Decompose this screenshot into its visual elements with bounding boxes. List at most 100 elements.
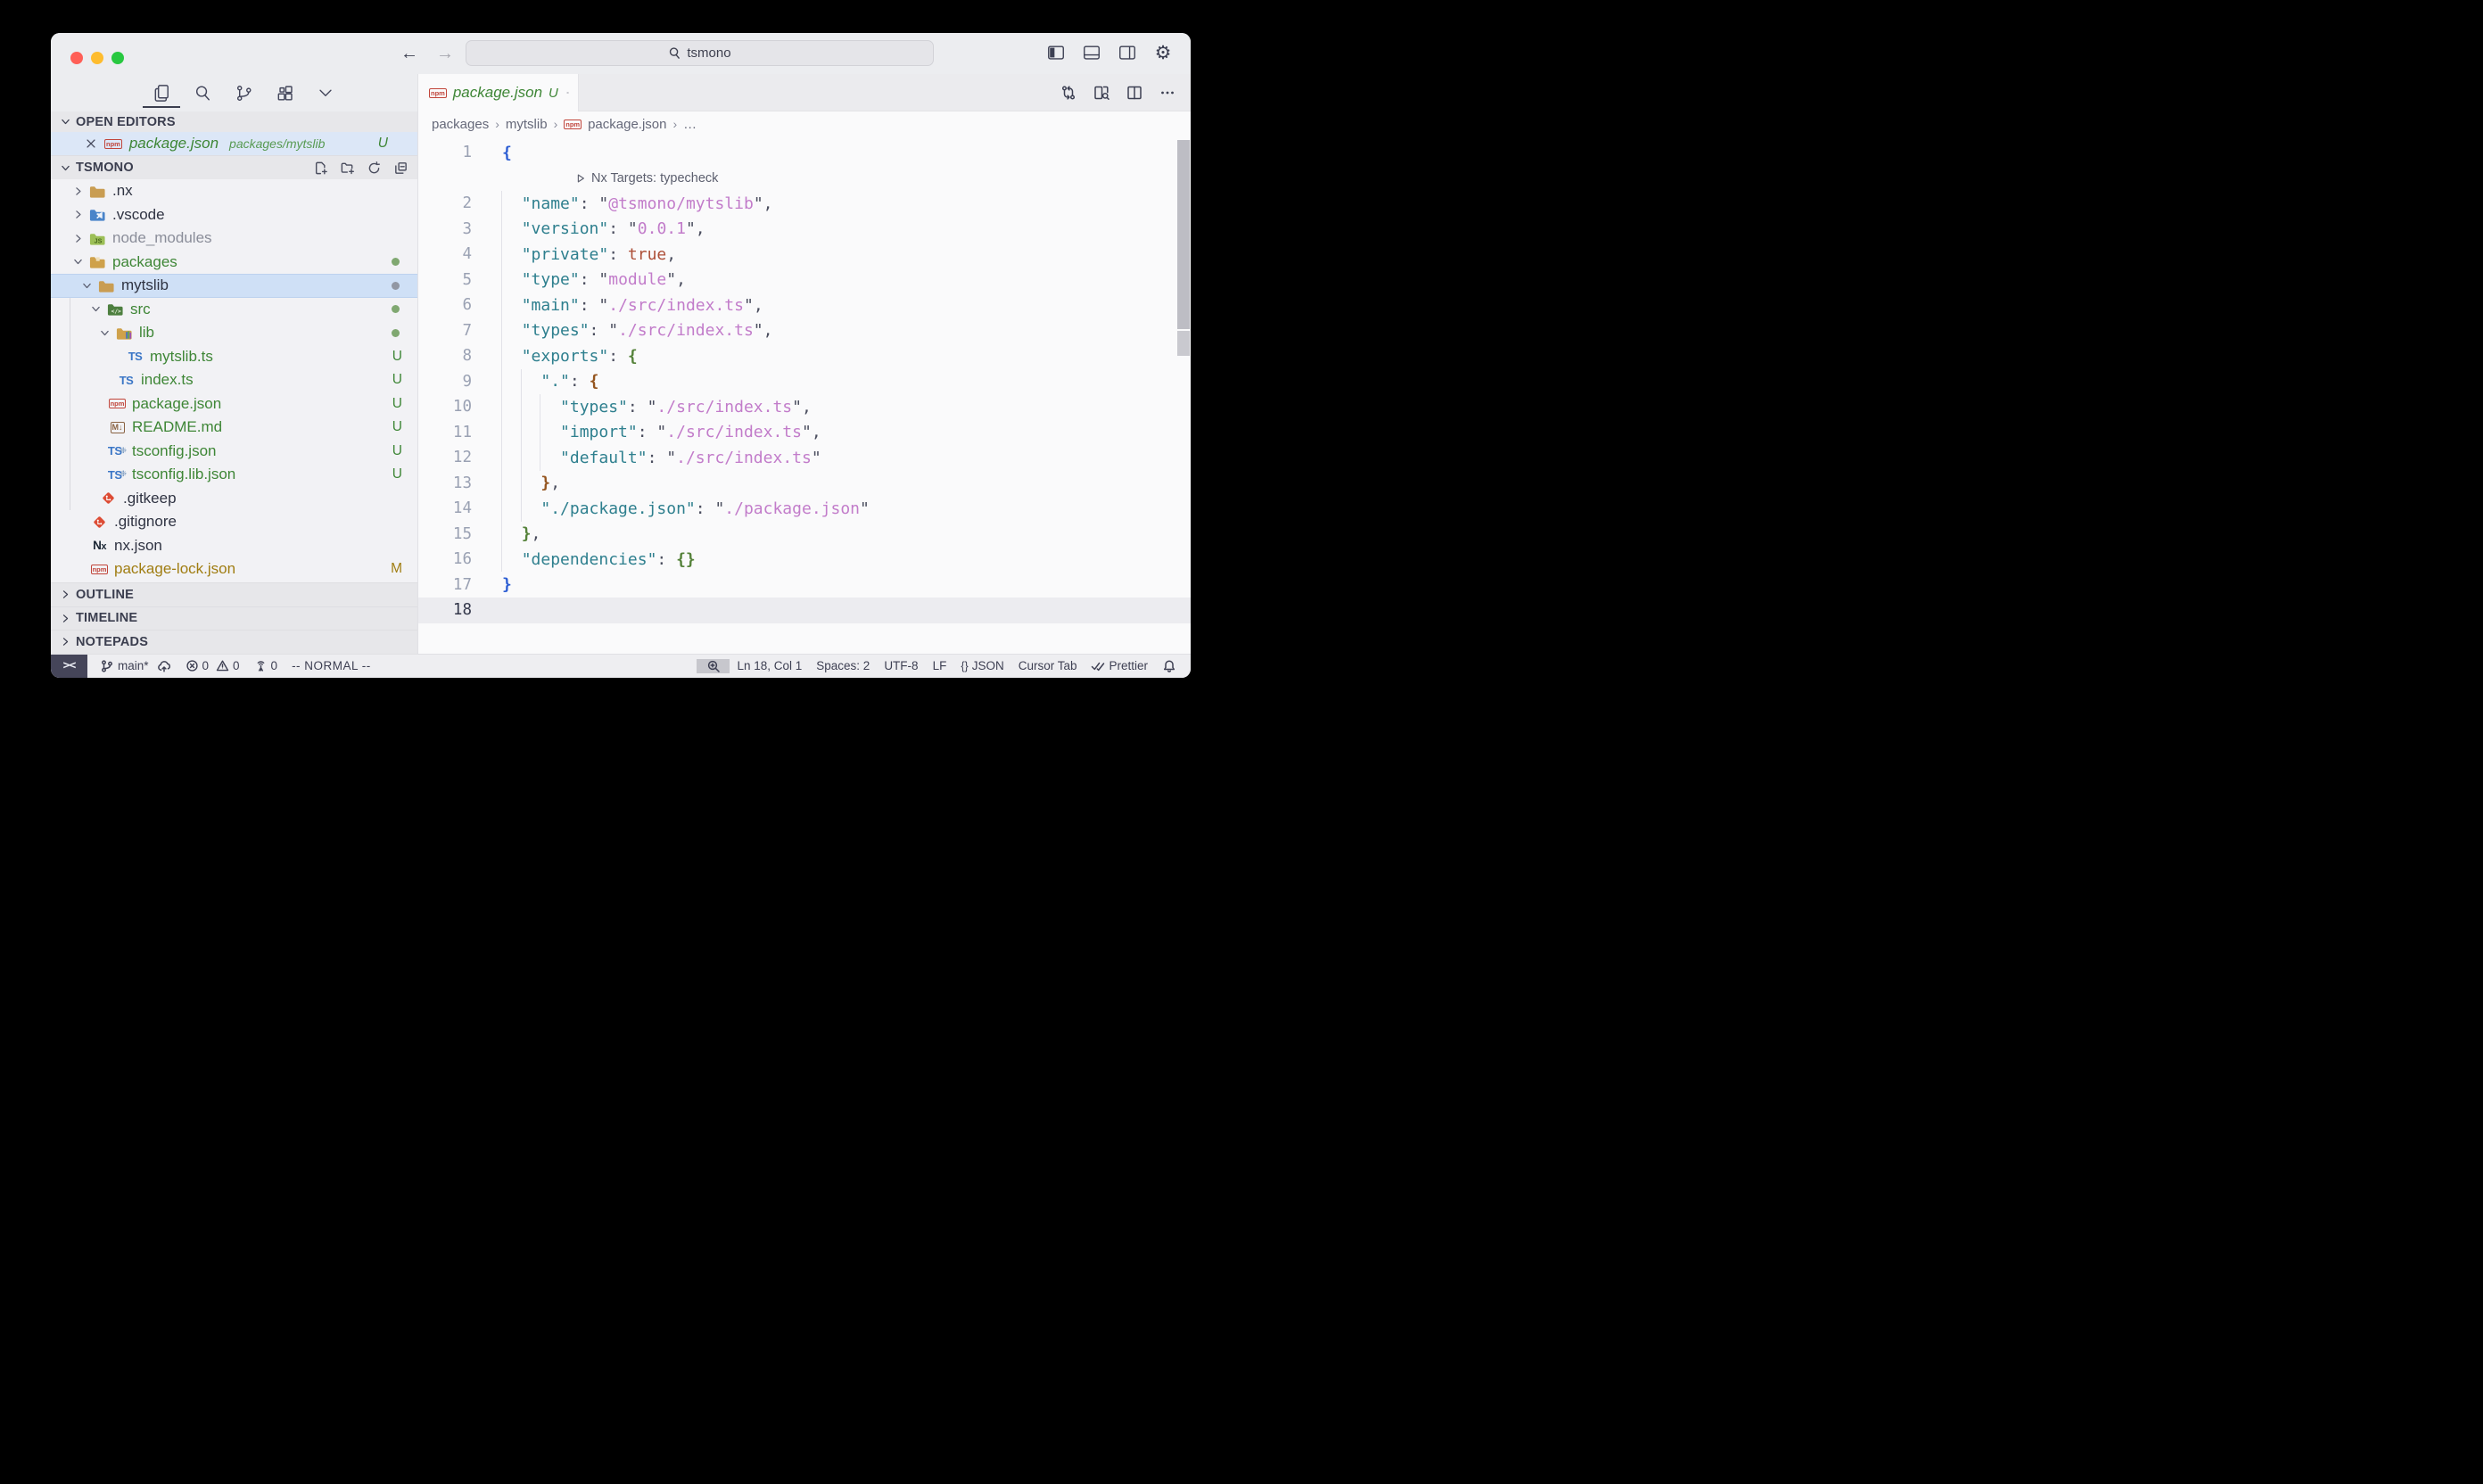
tree-item-readme-md[interactable]: M↓README.mdU [51,416,417,440]
navigate-back-button[interactable]: ← [400,44,418,63]
tree-item-mytslib-ts[interactable]: TSmytslib.tsU [51,345,417,369]
tree-item--vscode[interactable]: .vscode [51,203,417,227]
chevron-down-icon[interactable] [72,256,86,268]
maximize-window-button[interactable] [111,52,124,64]
new-file-icon[interactable] [313,161,328,176]
tree-item-label: .nx [112,182,133,200]
code-line-5[interactable]: 5 "type": "module", [418,268,1191,293]
activity-explorer-button[interactable] [151,79,172,106]
code-line-17[interactable]: 17} [418,573,1191,598]
eol-item[interactable]: LF [926,659,954,672]
code-line-3[interactable]: 3 "version": "0.0.1", [418,217,1191,243]
chevron-down-icon[interactable] [81,280,95,292]
tree-item-tsconfig-lib-json[interactable]: TS❉tsconfig.lib.jsonU [51,463,417,487]
code-line-8[interactable]: 8 "exports": { [418,343,1191,369]
code-line-16[interactable]: 16 "dependencies": {} [418,547,1191,573]
chevron-right-icon[interactable] [72,233,86,244]
explorer-section-header[interactable]: TSMONO [51,155,417,179]
breadcrumb-symbol[interactable]: … [683,117,697,132]
tree-item--gitignore[interactable]: .gitignore [51,510,417,534]
timeline-section-header[interactable]: TIMELINE [51,606,417,631]
zoom-indicator[interactable] [697,659,730,673]
more-actions-icon[interactable] [1159,84,1176,102]
tree-item-index-ts[interactable]: TSindex.tsU [51,368,417,392]
activity-extensions-button[interactable] [274,79,295,106]
notifications-item[interactable] [1155,659,1184,673]
tab-package-json[interactable]: npm package.json U [418,74,579,111]
code-line-14[interactable]: 14 "./package.json": "./package.json" [418,496,1191,522]
code-line-13[interactable]: 13 }, [418,471,1191,497]
breadcrumb-packages[interactable]: packages [432,117,489,132]
code-line-7[interactable]: 7 "types": "./src/index.ts", [418,318,1191,344]
command-center-search[interactable]: tsmono [466,40,934,66]
tree-item-tsconfig-json[interactable]: TS❉tsconfig.jsonU [51,440,417,464]
tree-item-packages[interactable]: packages [51,251,417,275]
code-line-10[interactable]: 10 "types": "./src/index.ts", [418,394,1191,420]
tree-item-package-json[interactable]: npmpackage.jsonU [51,392,417,416]
code-editor[interactable]: 1{ Nx Targets: typecheck 2 "name": "@tsmon… [418,136,1191,654]
minimize-window-button[interactable] [91,52,103,64]
language-mode-item[interactable]: {} JSON [953,659,1011,672]
navigate-forward-button[interactable]: → [436,44,454,63]
split-editor-icon[interactable] [1126,84,1143,102]
notepads-section-header[interactable]: NOTEPADS [51,630,417,654]
remote-indicator[interactable]: >< [51,655,87,679]
line-number: 10 [418,398,472,416]
problems-status-item[interactable]: 0 0 [178,659,247,672]
close-icon[interactable] [85,137,97,150]
tree-item-package-lock-json[interactable]: npmpackage-lock.jsonM [51,557,417,581]
tree-item-node-modules[interactable]: JSnode_modules [51,227,417,251]
formatter-item[interactable]: Prettier [1084,659,1155,673]
code-line-4[interactable]: 4 "private": true, [418,242,1191,268]
toggle-secondary-sidebar-button[interactable] [1116,41,1139,64]
toggle-primary-sidebar-button[interactable] [1044,41,1068,64]
branch-status-item[interactable]: main* [93,659,178,673]
refresh-icon[interactable] [367,161,382,176]
indentation-item[interactable]: Spaces: 2 [809,659,877,672]
breadcrumb-mytslib[interactable]: mytslib [506,117,548,132]
compare-changes-icon[interactable] [1060,84,1077,102]
code-line-12[interactable]: 12 "default": "./src/index.ts" [418,445,1191,471]
code-line-11[interactable]: 11 "import": "./src/index.ts", [418,420,1191,446]
settings-button[interactable]: ⚙ [1151,41,1175,64]
tree-item--nx[interactable]: .nx [51,179,417,203]
tree-item-lib[interactable]: lib [51,321,417,345]
cursor-position-item[interactable]: Ln 18, Col 1 [730,659,809,672]
outline-section-header[interactable]: OUTLINE [51,582,417,606]
folder-vscode-icon [88,207,107,222]
activity-search-button[interactable] [192,79,213,106]
tree-item-label: README.md [132,418,222,436]
code-line-1[interactable]: 1{ [418,140,1191,166]
chevron-down-icon[interactable] [99,327,112,339]
toggle-panel-button[interactable] [1080,41,1103,64]
open-editor-item[interactable]: npm package.json packages/mytslib U [51,132,417,155]
chevron-down-icon[interactable] [90,303,103,315]
activity-more-views-button[interactable] [315,79,336,106]
encoding-item[interactable]: UTF-8 [877,659,925,672]
collapse-all-icon[interactable] [393,161,408,176]
vim-mode-status-item[interactable]: -- NORMAL -- [285,659,378,672]
code-line-6[interactable]: 6 "main": "./src/index.ts", [418,293,1191,318]
editor-scrollbar[interactable] [1177,140,1190,329]
cursor-tab-item[interactable]: Cursor Tab [1011,659,1085,672]
open-preview-icon[interactable] [1093,84,1110,102]
code-line-2[interactable]: 2 "name": "@tsmono/mytslib", [418,191,1191,217]
code-line-9[interactable]: 9 ".": { [418,369,1191,395]
tree-item-mytslib[interactable]: mytslib [51,274,417,298]
code-line-18[interactable]: 18 [418,598,1191,623]
close-window-button[interactable] [70,52,83,64]
chevron-right-icon[interactable] [72,209,86,220]
codelens-nx-targets[interactable]: Nx Targets: typecheck [575,171,718,186]
code-line-15[interactable]: 15 }, [418,522,1191,548]
ports-status-item[interactable]: 0 [247,659,285,672]
breadcrumb-file[interactable]: package.json [588,117,666,132]
new-folder-icon[interactable] [340,161,355,176]
tree-item--gitkeep[interactable]: .gitkeep [51,487,417,511]
tree-item-src[interactable]: </>src [51,298,417,322]
open-editors-header[interactable]: OPEN EDITORS [51,111,417,132]
activity-source-control-button[interactable] [233,79,254,106]
close-tab-icon[interactable] [566,87,569,99]
tree-item-nx-json[interactable]: Nxnx.json [51,534,417,558]
chevron-right-icon[interactable] [72,186,86,197]
cursor-position: Ln 18, Col 1 [737,659,802,672]
